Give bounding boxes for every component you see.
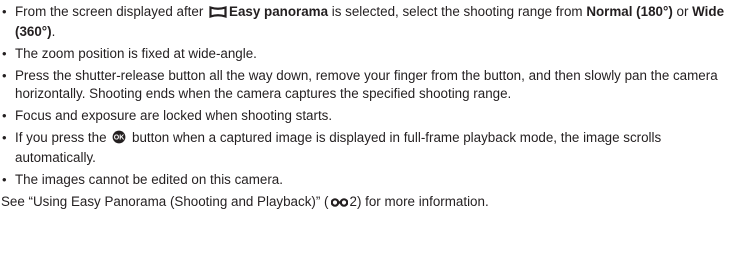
ok-button-icon: OK [112,130,126,149]
list-item: The zoom position is fixed at wide-angle… [1,45,736,63]
manual-page: From the screen displayed after Easy pan… [0,0,736,213]
list-item: Focus and exposure are locked when shoot… [1,107,736,125]
list-item: The images cannot be edited on this came… [1,171,736,189]
svg-text:OK: OK [114,135,125,142]
list-item: If you press the OK button when a captur… [1,129,736,167]
reference-note: See “Using Easy Panorama (Shooting and P… [1,193,736,213]
list-item: Press the shutter-release button all the… [1,67,736,103]
easy-panorama-label: Easy panorama [229,4,329,19]
normal-option-label: Normal (180°) [586,4,673,19]
reference-page-number: 2 [349,194,357,209]
reference-link-icon[interactable] [330,195,348,213]
list-item: From the screen displayed after Easy pan… [1,3,736,41]
bullet-list: From the screen displayed after Easy pan… [1,3,736,189]
panorama-icon [209,5,227,23]
